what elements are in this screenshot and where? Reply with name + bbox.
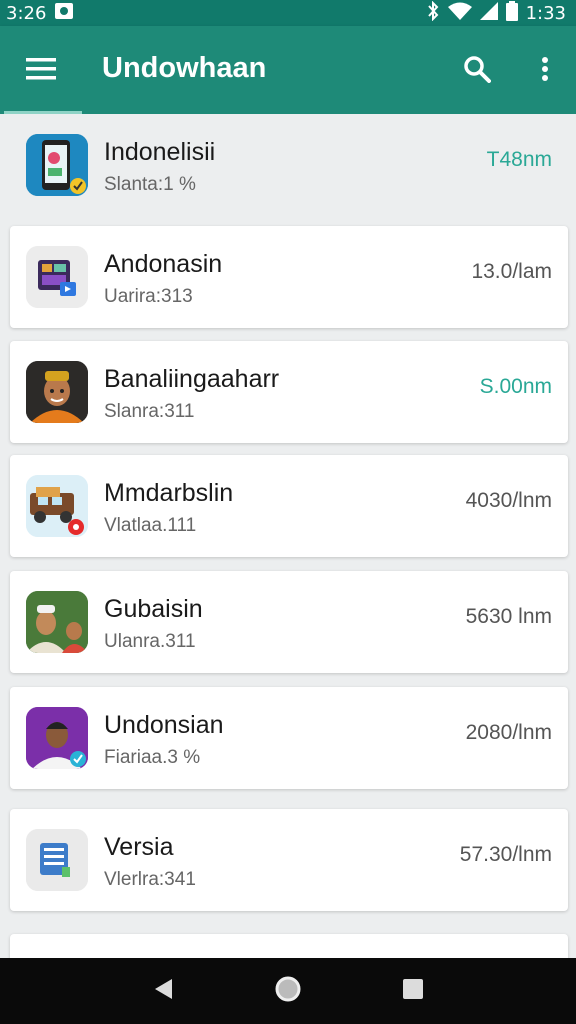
menu-button[interactable] <box>18 48 64 94</box>
wifi-icon <box>447 2 472 25</box>
list-item[interactable]: Undonsian Fiariaa.3 % 2080/lnm <box>10 687 568 789</box>
signal-icon <box>479 1 498 25</box>
item-subtitle: Vlatlaa.111 <box>104 515 197 536</box>
back-button[interactable] <box>139 967 187 1015</box>
avatar-man-icon <box>26 361 88 423</box>
item-value: S.00nm <box>479 375 552 398</box>
back-icon <box>152 977 174 1006</box>
list-item[interactable]: Banaliingaaharr Slanra:311 S.00nm <box>10 341 568 443</box>
app-bar: Undowhaan <box>0 26 576 114</box>
status-time-right: 1:33 <box>525 2 566 24</box>
item-value: T48nm <box>486 148 552 171</box>
app-grid-icon <box>26 246 88 308</box>
item-name: Andonasin <box>104 250 223 278</box>
app-list-icon <box>26 829 88 891</box>
item-name: Gubaisin <box>104 595 203 623</box>
app-list: Indonelisii Slanta:1 % T48nm Andonasin U… <box>0 114 576 958</box>
status-time-left: 3:26 <box>6 2 47 24</box>
item-name: Undonsian <box>104 711 224 739</box>
app-vehicle-icon <box>26 475 88 537</box>
list-item[interactable]: Mmdarbslin Vlatlaa.111 4030/lnm <box>10 455 568 557</box>
item-value: 13.0/lam <box>471 260 552 283</box>
avatar-verified-icon <box>26 707 88 769</box>
home-icon <box>274 975 302 1008</box>
item-subtitle: Fiariaa.3 % <box>104 747 201 768</box>
notification-icon <box>54 2 74 25</box>
item-subtitle: Vlerlra:341 <box>104 869 196 890</box>
item-name: Mmdarbslin <box>104 479 234 507</box>
item-value: 2080/lnm <box>465 721 552 744</box>
bluetooth-icon <box>426 0 440 26</box>
item-subtitle: Slanta:1 % <box>104 174 196 195</box>
home-button[interactable] <box>264 967 312 1015</box>
item-value: 5630 lnm <box>465 605 552 628</box>
avatar-group-icon <box>26 591 88 653</box>
more-vert-icon <box>541 56 549 87</box>
app-phone-icon <box>26 134 88 196</box>
list-item[interactable]: Gubaisin Ulanra.311 5630 lnm <box>10 571 568 673</box>
recents-icon <box>402 978 424 1005</box>
more-options-button[interactable] <box>522 48 568 94</box>
menu-icon <box>26 57 56 85</box>
list-item[interactable]: Versia Vlerlra:341 57.30/lnm <box>10 809 568 911</box>
app-title: Undowhaan <box>102 52 267 84</box>
battery-icon <box>505 0 518 26</box>
item-subtitle: Slanra:311 <box>104 401 195 422</box>
item-subtitle: Uarira:313 <box>104 286 193 307</box>
list-item[interactable]: Andonasin Uarira:313 13.0/lam <box>10 226 568 328</box>
recents-button[interactable] <box>389 967 437 1015</box>
status-bar: 3:26 1:33 <box>0 0 576 26</box>
list-item[interactable]: Indonelisii Slanta:1 % T48nm <box>0 114 576 216</box>
item-name: Banaliingaaharr <box>104 365 280 393</box>
item-name: Versia <box>104 833 174 861</box>
item-subtitle: Ulanra.311 <box>104 631 196 652</box>
item-value: 57.30/lnm <box>459 843 552 866</box>
search-icon <box>463 55 491 88</box>
list-item[interactable] <box>10 934 568 958</box>
system-nav-bar <box>0 958 576 1024</box>
search-button[interactable] <box>454 48 500 94</box>
item-name: Indonelisii <box>104 138 216 166</box>
item-value: 4030/lnm <box>465 489 552 512</box>
